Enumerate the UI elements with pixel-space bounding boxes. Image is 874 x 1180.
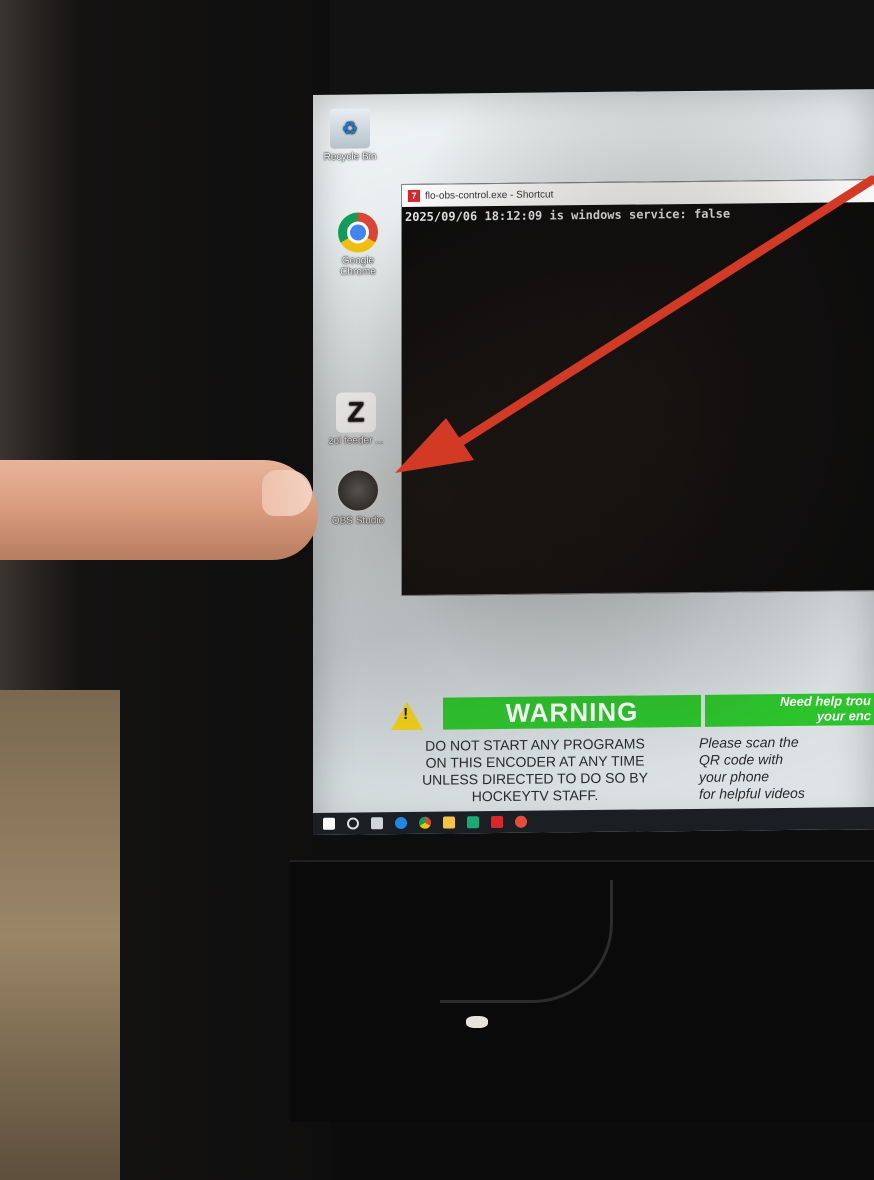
- arrow-shaft: [435, 175, 874, 460]
- arrow-head: [395, 418, 474, 473]
- fingernail: [262, 470, 312, 516]
- red-arrow-annotation: [395, 175, 874, 473]
